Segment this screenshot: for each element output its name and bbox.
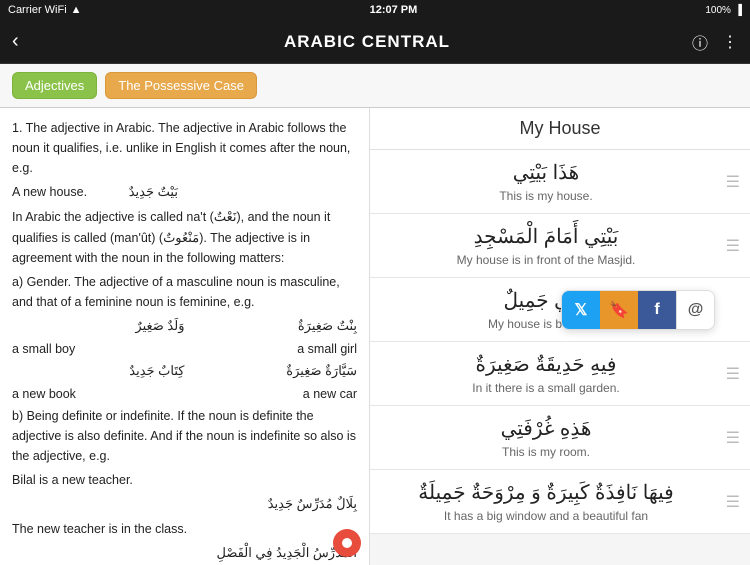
share-popup: 𝕏 🔖 f @ — [561, 290, 715, 330]
battery-icon: ▐ — [735, 5, 742, 16]
new-car-english: a new car — [185, 384, 358, 404]
status-bar: Carrier WiFi ▲ 12:07 PM 100% ▐ — [0, 0, 750, 20]
book-car-english: a new book a new car — [12, 384, 357, 404]
sentence-english-6: It has a big window and a beautiful fan — [382, 509, 710, 523]
small-girl-english: a small girl — [185, 339, 358, 359]
tab-adjectives[interactable]: Adjectives — [12, 72, 97, 99]
row-icon-1: ☰ — [726, 172, 740, 192]
tab-possessive[interactable]: The Possessive Case — [105, 72, 257, 99]
carrier-label: Carrier WiFi — [8, 4, 67, 16]
share-bookmark-button[interactable]: 🔖 — [600, 291, 638, 329]
na-t-explanation: In Arabic the adjective is called na't (… — [12, 207, 357, 269]
sentence-arabic-6: فِيهَا نَافِذَةٌ كَبِيرَةٌ وَ مِرْوَحَةٌ… — [382, 480, 710, 505]
new-book-english: a new book — [12, 384, 185, 404]
bilal-english: Bilal is a new teacher. — [12, 470, 357, 490]
battery-label: 100% — [705, 5, 731, 16]
nav-bar: ‹ ARABIC CENTRAL ⓘ ⋮ — [0, 20, 750, 64]
nav-title: ARABIC CENTRAL — [284, 32, 450, 52]
sentence-arabic-1: هَذَا بَيْتِي — [382, 160, 710, 185]
sentence-row-4[interactable]: فِيهِ حَدِيقَةٌ صَغِيرَةٌ In it there is… — [370, 342, 750, 406]
sentence-english-2: My house is in front of the Masjid. — [382, 253, 710, 267]
sentence-row-1[interactable]: هَذَا بَيْتِي This is my house. ☰ — [370, 150, 750, 214]
boy-girl-english: a small boy a small girl — [12, 339, 357, 359]
share-facebook-button[interactable]: f — [638, 291, 676, 329]
info-icon[interactable]: ⓘ — [692, 30, 708, 54]
teacher-english: The new teacher is in the class. — [12, 519, 357, 539]
sentence-english-5: This is my room. — [382, 445, 710, 459]
definite-explanation: b) Being definite or indefinite. If the … — [12, 406, 357, 466]
row-icon-4: ☰ — [726, 364, 740, 384]
sentence-arabic-5: هَذِهِ غُرْفَتِي — [382, 416, 710, 441]
intro-text: 1. The adjective in Arabic. The adjectiv… — [12, 118, 357, 178]
record-button[interactable] — [333, 529, 361, 557]
right-panel: My House هَذَا بَيْتِي This is my house.… — [370, 108, 750, 565]
main-content: 1. The adjective in Arabic. The adjectiv… — [0, 108, 750, 565]
share-email-button[interactable]: @ — [676, 291, 714, 329]
sentence-row-3[interactable]: بَيْتِي جَمِيلٌ My house is beautiful. 𝕏… — [370, 278, 750, 342]
sentence-row-6[interactable]: فِيهَا نَافِذَةٌ كَبِيرَةٌ وَ مِرْوَحَةٌ… — [370, 470, 750, 534]
book-car-arabic: كِتَابٌ جَدِيدٌ سَيَّارَةٌ صَغِيرَةٌ — [12, 361, 357, 382]
row-icon-2: ☰ — [726, 236, 740, 256]
wifi-icon: ▲ — [71, 4, 82, 16]
teacher-arabic: اَلْمُدَرِّسُ الْجَدِيدُ فِي الْفَصْلِ — [12, 543, 357, 564]
bilal-arabic: بِلَالٌ مُدَرِّسٌ جَدِيدٌ — [12, 494, 357, 515]
small-girl-arabic: بِنْتٌ صَغِيرَةٌ — [185, 316, 358, 337]
right-panel-title: My House — [370, 108, 750, 150]
sentence-row-5[interactable]: هَذِهِ غُرْفَتِي This is my room. ☰ — [370, 406, 750, 470]
back-button[interactable]: ‹ — [12, 30, 42, 53]
status-right: 100% ▐ — [705, 5, 742, 16]
row-icon-6: ☰ — [726, 492, 740, 512]
row-icon-5: ☰ — [726, 428, 740, 448]
tab-bar: Adjectives The Possessive Case — [0, 64, 750, 108]
sentence-english-4: In it there is a small garden. — [382, 381, 710, 395]
status-time: 12:07 PM — [370, 4, 418, 16]
sentence-arabic-4: فِيهِ حَدِيقَةٌ صَغِيرَةٌ — [382, 352, 710, 377]
new-book-arabic: كِتَابٌ جَدِيدٌ — [12, 361, 185, 382]
share-twitter-button[interactable]: 𝕏 — [562, 291, 600, 329]
small-boy-english: a small boy — [12, 339, 185, 359]
boy-girl-row: وَلَدٌ صَغِيرٌ بِنْتٌ صَغِيرَةٌ — [12, 316, 357, 337]
new-house-label: A new house. بَيْتٌ جَدِيدٌ — [12, 182, 357, 203]
sentence-arabic-2: بَيْتِي أَمَامَ الْمَسْجِدِ — [382, 224, 710, 249]
status-left: Carrier WiFi ▲ — [8, 4, 82, 16]
more-icon[interactable]: ⋮ — [722, 32, 738, 52]
nav-actions: ⓘ ⋮ — [692, 30, 738, 54]
small-boy-arabic: وَلَدٌ صَغِيرٌ — [12, 316, 185, 337]
sentence-row-2[interactable]: بَيْتِي أَمَامَ الْمَسْجِدِ My house is … — [370, 214, 750, 278]
left-panel: 1. The adjective in Arabic. The adjectiv… — [0, 108, 370, 565]
new-house-arabic: بَيْتٌ جَدِيدٌ — [129, 184, 178, 199]
new-car-arabic: سَيَّارَةٌ صَغِيرَةٌ — [185, 361, 358, 382]
gender-label: a) Gender. The adjective of a masculine … — [12, 272, 357, 312]
sentence-english-1: This is my house. — [382, 189, 710, 203]
